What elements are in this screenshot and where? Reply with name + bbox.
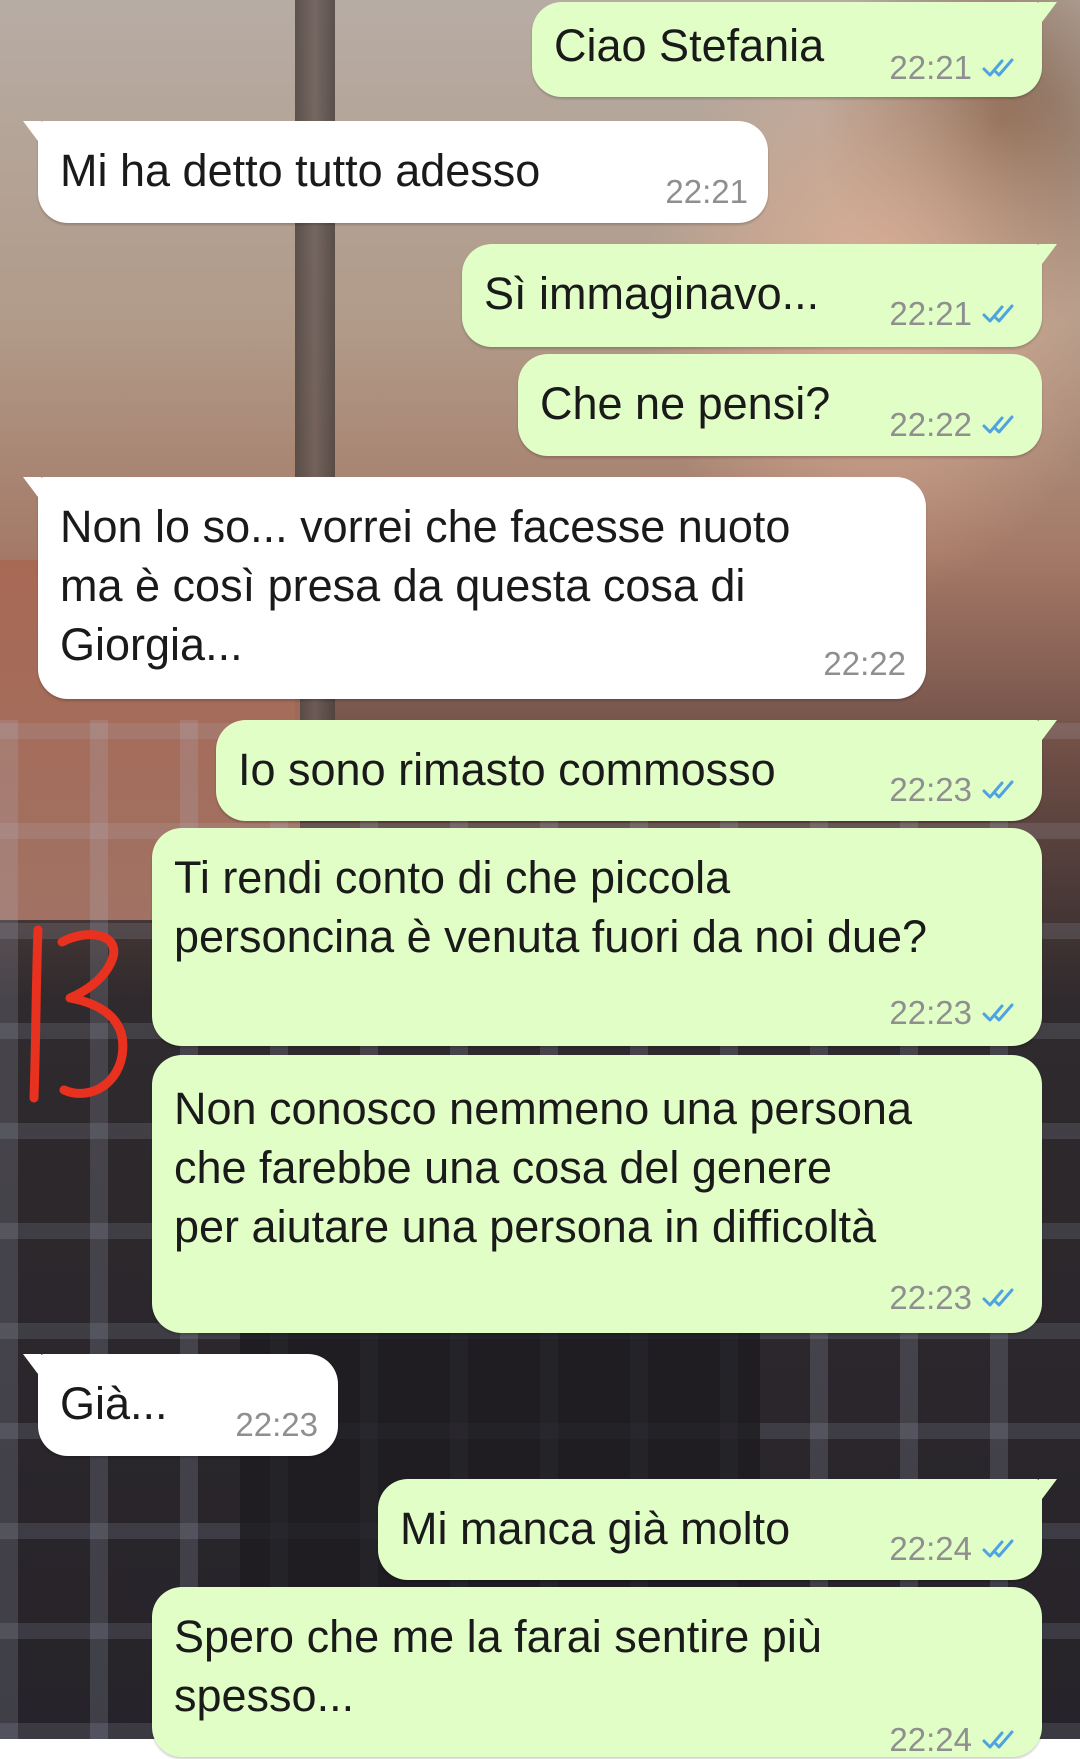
- double-check-icon: [982, 415, 1014, 434]
- message-meta: 22:24: [889, 1530, 1022, 1568]
- double-check-icon: [982, 1003, 1014, 1022]
- message-time: 22:23: [889, 1279, 972, 1316]
- message-meta: 22:24: [889, 1721, 1022, 1759]
- message-meta: 22:22: [889, 406, 1022, 444]
- double-check-icon: [982, 1288, 1014, 1307]
- message-time: 22:23: [889, 771, 972, 808]
- message-meta: 22:21: [665, 173, 748, 211]
- message-text-line: personcina è venuta fuori da noi due?: [174, 911, 928, 962]
- message-text-line: spesso...: [174, 1670, 355, 1721]
- message-text-line: per aiutare una persona in difficoltà: [174, 1201, 877, 1252]
- message-text: Sì immaginavo...: [484, 268, 820, 319]
- message-bubble-incoming[interactable]: Già... 22:23: [23, 1354, 338, 1456]
- message-bubble-outgoing[interactable]: Ciao Stefania 22:21: [532, 2, 1057, 97]
- message-meta: 22:23: [235, 1406, 318, 1444]
- message-text-line: Non lo so... vorrei che facesse nuoto: [60, 501, 791, 552]
- message-text: Già...: [60, 1378, 168, 1429]
- message-text: Io sono rimasto commosso: [238, 744, 776, 795]
- message-time: 22:24: [889, 1530, 972, 1567]
- message-time: 22:22: [889, 406, 972, 443]
- message-bubble-outgoing[interactable]: Spero che me la farai sentire più spesso…: [152, 1587, 1042, 1759]
- message-time: 22:22: [823, 645, 906, 682]
- message-text: Ciao Stefania: [554, 20, 825, 71]
- message-bubble-outgoing[interactable]: Non conosco nemmeno una persona che fare…: [152, 1055, 1042, 1333]
- double-check-icon: [982, 58, 1014, 77]
- message-text-line: Spero che me la farai sentire più: [174, 1611, 822, 1662]
- double-check-icon: [982, 304, 1014, 323]
- message-text-line: che farebbe una cosa del genere: [174, 1142, 832, 1193]
- message-text-line: Non conosco nemmeno una persona: [174, 1083, 912, 1134]
- message-time: 22:23: [235, 1406, 318, 1443]
- message-bubble-outgoing[interactable]: Ti rendi conto di che piccola personcina…: [152, 828, 1042, 1046]
- double-check-icon: [982, 780, 1014, 799]
- message-meta: 22:21: [889, 49, 1022, 87]
- message-time: 22:21: [889, 49, 972, 86]
- message-list[interactable]: Ciao Stefania 22:21 Mi ha detto tutto ad…: [0, 0, 1080, 1758]
- message-time: 22:21: [665, 173, 748, 210]
- message-bubble-outgoing[interactable]: Mi manca già molto 22:24: [378, 1479, 1057, 1580]
- message-text: Mi manca già molto: [400, 1503, 791, 1554]
- message-text: Che ne pensi?: [540, 378, 831, 429]
- double-check-icon: [982, 1730, 1014, 1749]
- message-meta: 22:23: [889, 771, 1022, 809]
- handwritten-13-annotation: [29, 925, 128, 1103]
- message-text-line: Ti rendi conto di che piccola: [174, 852, 731, 903]
- message-bubble-outgoing[interactable]: Che ne pensi? 22:22: [518, 354, 1042, 456]
- message-text-line: Giorgia...: [60, 619, 243, 670]
- message-bubble-incoming[interactable]: Non lo so... vorrei che facesse nuoto ma…: [23, 477, 926, 699]
- message-bubble-outgoing[interactable]: Sì immaginavo... 22:21: [462, 244, 1057, 347]
- message-meta: 22:23: [889, 994, 1022, 1032]
- message-text-line: ma è così presa da questa cosa di: [60, 560, 746, 611]
- message-time: 22:23: [889, 994, 972, 1031]
- message-meta: 22:21: [889, 295, 1022, 333]
- message-meta: 22:23: [889, 1279, 1022, 1317]
- message-meta: 22:22: [823, 645, 906, 683]
- message-bubble-outgoing[interactable]: Io sono rimasto commosso 22:23: [216, 720, 1057, 821]
- message-time: 22:24: [889, 1721, 972, 1758]
- message-bubble-incoming[interactable]: Mi ha detto tutto adesso 22:21: [23, 121, 768, 223]
- double-check-icon: [982, 1539, 1014, 1558]
- message-text: Mi ha detto tutto adesso: [60, 145, 541, 196]
- message-time: 22:21: [889, 295, 972, 332]
